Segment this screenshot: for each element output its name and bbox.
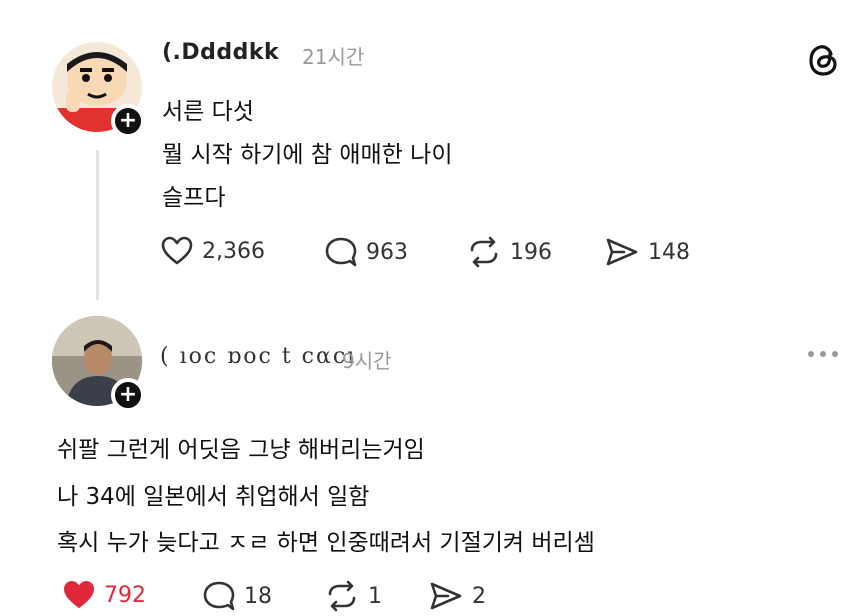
post1-line-2: 뭘 시작 하기에 참 애매한 나이 xyxy=(162,142,453,168)
post1-like-count: 2,366 xyxy=(202,238,265,264)
post2-username[interactable]: ( ıoc ɒoc t cαcı xyxy=(160,344,356,369)
heart-icon xyxy=(161,236,193,265)
repost-icon xyxy=(470,236,498,268)
post2-line-3: 혹시 누가 늦다고 ㅈㄹ 하면 인중때려서 기절기켜 버리셈 xyxy=(57,530,595,556)
post2-like-count: 792 xyxy=(104,582,146,608)
send-icon xyxy=(430,582,462,610)
post1-username[interactable]: (.Ddddkk xyxy=(162,40,279,65)
thread-connector-line xyxy=(96,150,99,300)
post1-repost-count: 196 xyxy=(510,239,552,265)
post2-line-1: 쉬팔 그런게 어딧음 그냥 해버리는거임 xyxy=(57,437,425,463)
post2-comment-count: 18 xyxy=(244,583,272,609)
post1-share-count: 148 xyxy=(648,239,690,265)
more-options-icon[interactable] xyxy=(806,347,840,361)
post1-line-1: 서른 다섯 xyxy=(162,99,254,125)
post2-time: 9시간 xyxy=(342,349,392,373)
comment-bubble-icon xyxy=(203,581,235,611)
follow-plus-icon-post1[interactable]: + xyxy=(111,104,145,138)
comment-bubble-icon xyxy=(325,237,357,267)
follow-plus-icon-post2[interactable]: + xyxy=(111,378,145,412)
threads-logo-icon[interactable] xyxy=(803,40,843,80)
send-icon xyxy=(606,238,638,266)
repost-icon xyxy=(328,580,356,612)
post2-repost-count: 1 xyxy=(368,583,382,609)
post1-share-button[interactable]: 148 xyxy=(604,236,690,268)
heart-filled-icon xyxy=(64,581,94,608)
post2-repost-button[interactable]: 1 xyxy=(324,580,382,612)
post1-comment-button[interactable]: 963 xyxy=(324,236,408,268)
post1-repost-button[interactable]: 196 xyxy=(466,236,552,268)
post2-like-button[interactable]: 792 xyxy=(62,580,146,610)
post1-time: 21시간 xyxy=(302,45,365,69)
post2-share-count: 2 xyxy=(472,583,486,609)
post2-comment-button[interactable]: 18 xyxy=(202,580,272,612)
post2-share-button[interactable]: 2 xyxy=(428,580,486,612)
post1-line-3: 슬프다 xyxy=(162,185,226,211)
post1-like-button[interactable]: 2,366 xyxy=(160,236,265,266)
post2-line-2: 나 34에 일본에서 취업해서 일함 xyxy=(57,484,370,510)
post1-comment-count: 963 xyxy=(366,239,408,265)
